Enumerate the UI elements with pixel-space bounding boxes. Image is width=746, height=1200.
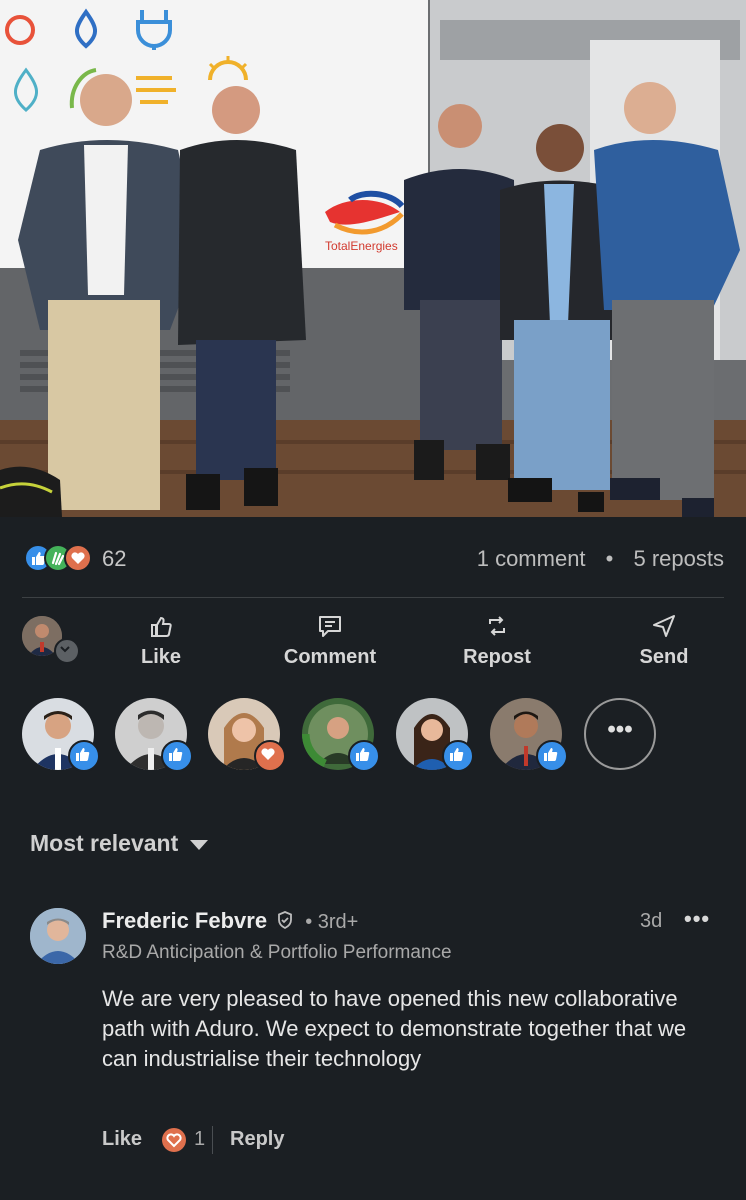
comment-label: Comment (283, 646, 377, 668)
comment-sort-dropdown[interactable]: Most relevant (30, 830, 209, 857)
reaction-count[interactable]: 62 (102, 546, 126, 572)
comment-author-headline: R&D Anticipation & Portfolio Performance (102, 942, 452, 963)
repost-icon (489, 616, 505, 636)
comment-button[interactable]: Comment (265, 612, 395, 669)
repost-label: Repost (463, 646, 531, 668)
comments-count-link[interactable]: 1 comment (477, 546, 586, 571)
comment-like-button[interactable]: Like (102, 1128, 142, 1151)
comment-icon (319, 616, 341, 637)
reposts-count-link[interactable]: 5 reposts (634, 546, 725, 571)
post-photo[interactable]: TotalEnergies (0, 0, 746, 517)
comment-reply-button[interactable]: Reply (230, 1128, 284, 1151)
comment-text: We are very pleased to have opened this … (102, 986, 687, 1071)
comment-timestamp: 3d (640, 910, 663, 932)
reactor-avatar[interactable] (115, 698, 193, 772)
post-action-bar: Like Comment Repost Send (0, 598, 746, 686)
reactor-avatar[interactable] (22, 698, 100, 772)
love-reaction-icon[interactable] (162, 1128, 186, 1152)
more-reactors-button[interactable]: ••• (584, 698, 656, 770)
send-label: Send (639, 646, 689, 668)
send-icon (653, 615, 675, 637)
comment-author-avatar[interactable] (30, 908, 86, 964)
like-badge-icon (348, 740, 380, 772)
svg-text:TotalEnergies: TotalEnergies (325, 239, 398, 253)
chevron-down-icon[interactable] (54, 638, 80, 664)
like-label: Like (140, 646, 182, 668)
love-badge-icon (254, 740, 286, 772)
reactor-avatar[interactable] (490, 698, 568, 772)
repost-button[interactable]: Repost (432, 612, 562, 669)
comment-more-button[interactable]: ••• (684, 906, 710, 932)
divider (212, 1126, 213, 1154)
like-badge-icon (161, 740, 193, 772)
count-separator: • (605, 546, 614, 571)
caret-down-icon (190, 839, 209, 850)
like-badge-icon (68, 740, 100, 772)
reactor-avatar[interactable] (396, 698, 474, 772)
thumbs-up-icon (151, 616, 172, 637)
social-counts: 62 1 comment • 5 reposts (0, 530, 746, 586)
comment-author[interactable]: Frederic Febvre • 3rd+ (102, 908, 358, 934)
reactor-avatar[interactable] (208, 698, 286, 772)
sort-label: Most relevant (30, 830, 179, 856)
send-button[interactable]: Send (599, 612, 729, 669)
reactor-avatar-opentowork[interactable] (302, 698, 380, 772)
reactor-avatars: ••• (0, 698, 746, 778)
like-badge-icon (536, 740, 568, 772)
like-button[interactable]: Like (96, 612, 226, 669)
love-reaction-icon (64, 544, 92, 572)
connection-degree: • 3rd+ (305, 911, 359, 933)
comment-repost-counts: 1 comment • 5 reposts (477, 546, 724, 572)
comment-author-name[interactable]: Frederic Febvre (102, 908, 267, 933)
verified-shield-icon (278, 911, 292, 930)
comment-reaction-count[interactable]: 1 (194, 1128, 205, 1151)
like-badge-icon (442, 740, 474, 772)
